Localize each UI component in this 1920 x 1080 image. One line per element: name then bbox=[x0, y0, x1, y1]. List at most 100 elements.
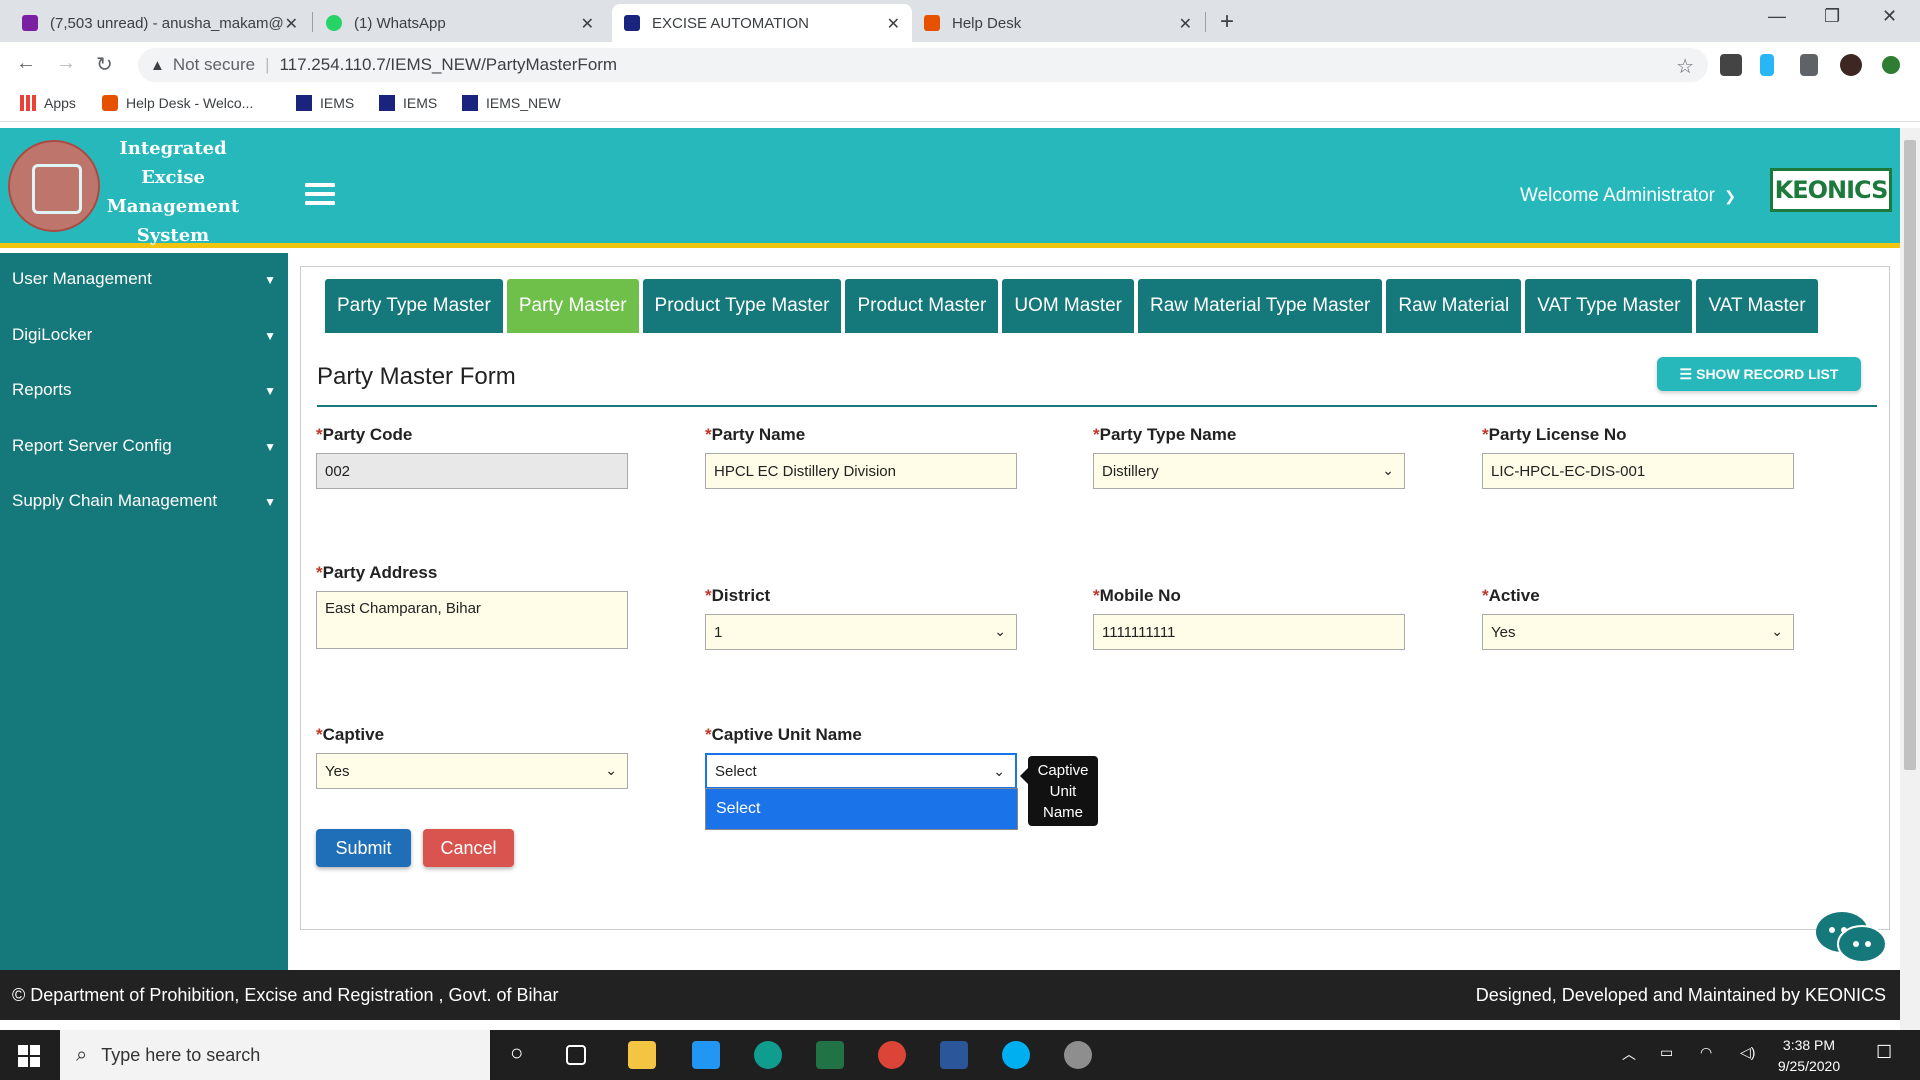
iems-icon bbox=[296, 95, 312, 111]
forward-icon[interactable]: → bbox=[56, 52, 76, 75]
task-view-icon[interactable] bbox=[566, 1045, 586, 1065]
store-icon[interactable] bbox=[692, 1041, 720, 1069]
back-icon[interactable]: ← bbox=[16, 52, 36, 75]
skype-icon[interactable] bbox=[1002, 1041, 1030, 1069]
captive-unit-name-select[interactable]: Select ⌄ bbox=[705, 753, 1017, 789]
tab-product-master[interactable]: Product Master bbox=[845, 279, 999, 333]
mobile-no-field: *Mobile No 1111111111 bbox=[1093, 586, 1405, 650]
submit-button[interactable]: Submit bbox=[316, 829, 411, 867]
selenium-extension-icon[interactable] bbox=[1720, 54, 1742, 76]
close-icon[interactable]: ✕ bbox=[1179, 14, 1192, 34]
notifications-icon[interactable]: ☐ bbox=[1876, 1042, 1892, 1063]
chevron-up-icon[interactable]: ︿ bbox=[1622, 1044, 1636, 1064]
party-type-name-select[interactable]: Distillery ⌄ bbox=[1093, 453, 1405, 489]
bookmark-iems-new[interactable]: IEMS_NEW bbox=[462, 95, 561, 111]
close-icon[interactable]: ✕ bbox=[887, 14, 900, 34]
wifi-icon[interactable]: ◠ bbox=[1700, 1044, 1712, 1061]
close-icon[interactable]: ✕ bbox=[581, 14, 594, 34]
sidebar-item-supply-chain[interactable]: Supply Chain Management ▼ bbox=[12, 491, 276, 511]
tab-raw-material-type-master[interactable]: Raw Material Type Master bbox=[1138, 279, 1383, 333]
restore-icon[interactable]: ❐ bbox=[1824, 6, 1840, 27]
chat-icon[interactable] bbox=[1814, 908, 1888, 966]
browser-tab-excise[interactable]: EXCISE AUTOMATION ✕ bbox=[612, 4, 912, 42]
volume-icon[interactable]: ◁) bbox=[1740, 1044, 1755, 1061]
taskbar-search[interactable]: ⌕ Type here to search bbox=[60, 1030, 490, 1080]
browser-tab-helpdesk[interactable]: Help Desk ✕ bbox=[912, 4, 1204, 42]
sidebar-item-user-management[interactable]: User Management ▼ bbox=[12, 269, 276, 289]
captive-select[interactable]: Yes ⌄ bbox=[316, 753, 628, 789]
tab-vat-master[interactable]: VAT Master bbox=[1696, 279, 1818, 333]
tab-raw-material[interactable]: Raw Material bbox=[1386, 279, 1522, 333]
edge-icon[interactable] bbox=[754, 1041, 782, 1069]
hamburger-menu-icon[interactable] bbox=[305, 183, 335, 209]
sidebar-item-digilocker[interactable]: DigiLocker ▼ bbox=[12, 325, 276, 345]
chrome-icon[interactable] bbox=[878, 1041, 906, 1069]
master-tabs: Party Type Master Party Master Product T… bbox=[325, 279, 1822, 333]
scrollbar-thumb[interactable] bbox=[1904, 140, 1916, 770]
page-scrollbar[interactable] bbox=[1900, 128, 1920, 1030]
address-bar-row: ← → ↻ ▲ Not secure | 117.254.110.7/IEMS_… bbox=[0, 42, 1920, 88]
user-menu[interactable]: Welcome Administrator ❯ bbox=[1520, 185, 1736, 207]
bookmark-star-icon[interactable]: ☆ bbox=[1676, 54, 1694, 79]
mobile-no-input[interactable]: 1111111111 bbox=[1093, 614, 1405, 650]
bookmarks-bar: Apps Help Desk - Welco... IEMS IEMS IEMS… bbox=[0, 88, 1920, 122]
party-address-textarea[interactable]: East Champaran, Bihar bbox=[316, 591, 628, 649]
party-license-no-input[interactable]: LIC-HPCL-EC-DIS-001 bbox=[1482, 453, 1794, 489]
dropdown-option-select[interactable]: Select bbox=[705, 788, 1018, 830]
cortana-icon[interactable]: ○ bbox=[510, 1040, 523, 1066]
omnibox[interactable]: ▲ Not secure | 117.254.110.7/IEMS_NEW/Pa… bbox=[138, 48, 1708, 82]
chevron-down-icon: ⌄ bbox=[993, 763, 1005, 779]
district-select[interactable]: 1 ⌄ bbox=[705, 614, 1017, 650]
select-value: 1 bbox=[714, 623, 723, 641]
party-name-input[interactable]: HPCL EC Distillery Division bbox=[705, 453, 1017, 489]
close-icon[interactable]: ✕ bbox=[285, 14, 298, 34]
tab-party-master[interactable]: Party Master bbox=[506, 279, 639, 333]
window-close-icon[interactable]: ✕ bbox=[1882, 6, 1897, 27]
party-code-input[interactable]: 002 bbox=[316, 453, 628, 489]
update-icon[interactable] bbox=[1882, 56, 1900, 74]
tab-product-type-master[interactable]: Product Type Master bbox=[642, 279, 842, 333]
bookmark-helpdesk[interactable]: Help Desk - Welco... bbox=[102, 95, 253, 111]
cancel-button[interactable]: Cancel bbox=[423, 829, 514, 867]
extension-icon[interactable] bbox=[1760, 54, 1774, 76]
sidebar-item-report-server-config[interactable]: Report Server Config ▼ bbox=[12, 436, 276, 456]
chevron-down-icon: ⌄ bbox=[1382, 462, 1394, 478]
browser-tab-bar: (7,503 unread) - anusha_makam@ ✕ (1) Wha… bbox=[0, 0, 1920, 42]
footer-credit: Designed, Developed and Maintained by KE… bbox=[1475, 985, 1886, 1005]
sidebar-item-reports[interactable]: Reports ▼ bbox=[12, 380, 276, 400]
active-field: *Active Yes ⌄ bbox=[1482, 586, 1794, 650]
word-icon[interactable] bbox=[940, 1041, 968, 1069]
browser-tab-title: EXCISE AUTOMATION bbox=[652, 14, 809, 32]
tab-party-type-master[interactable]: Party Type Master bbox=[325, 279, 503, 333]
tab-uom-master[interactable]: UOM Master bbox=[1002, 279, 1134, 333]
show-record-list-button[interactable]: ☰ SHOW RECORD LIST bbox=[1657, 357, 1861, 391]
browser-tab-whatsapp[interactable]: (1) WhatsApp ✕ bbox=[314, 4, 606, 42]
windows-start-icon[interactable] bbox=[18, 1045, 40, 1067]
search-placeholder: Type here to search bbox=[101, 1044, 261, 1065]
excel-icon[interactable] bbox=[816, 1041, 844, 1069]
puzzle-icon[interactable] bbox=[1800, 54, 1818, 76]
active-select[interactable]: Yes ⌄ bbox=[1482, 614, 1794, 650]
sidebar-item-label: DigiLocker bbox=[12, 325, 93, 344]
url-divider: | bbox=[265, 55, 270, 74]
bookmark-iems-2[interactable]: IEMS bbox=[379, 95, 437, 111]
helpdesk-icon bbox=[102, 95, 118, 111]
bookmark-apps[interactable]: Apps bbox=[20, 95, 76, 111]
browser-tab-gmail[interactable]: (7,503 unread) - anusha_makam@ ✕ bbox=[10, 4, 310, 42]
field-label: *Party License No bbox=[1482, 425, 1627, 444]
url-text[interactable]: 117.254.110.7/IEMS_NEW/PartyMasterForm bbox=[279, 55, 617, 75]
file-explorer-icon[interactable] bbox=[628, 1041, 656, 1069]
minimize-icon[interactable]: — bbox=[1768, 6, 1786, 27]
system-clock[interactable]: 3:38 PM 9/25/2020 bbox=[1768, 1035, 1850, 1077]
avatar[interactable] bbox=[1840, 54, 1862, 76]
tab-vat-type-master[interactable]: VAT Type Master bbox=[1525, 279, 1693, 333]
helpdesk-icon bbox=[924, 15, 940, 31]
party-address-field: *Party Address East Champaran, Bihar bbox=[316, 563, 628, 649]
paint-icon[interactable] bbox=[1064, 1041, 1092, 1069]
mail-icon bbox=[22, 15, 38, 31]
apps-grid-icon bbox=[20, 95, 36, 111]
battery-icon[interactable]: ▭ bbox=[1660, 1044, 1673, 1061]
new-tab-icon[interactable]: + bbox=[1220, 8, 1234, 36]
reload-icon[interactable]: ↻ bbox=[96, 52, 113, 77]
bookmark-iems-1[interactable]: IEMS bbox=[296, 95, 354, 111]
